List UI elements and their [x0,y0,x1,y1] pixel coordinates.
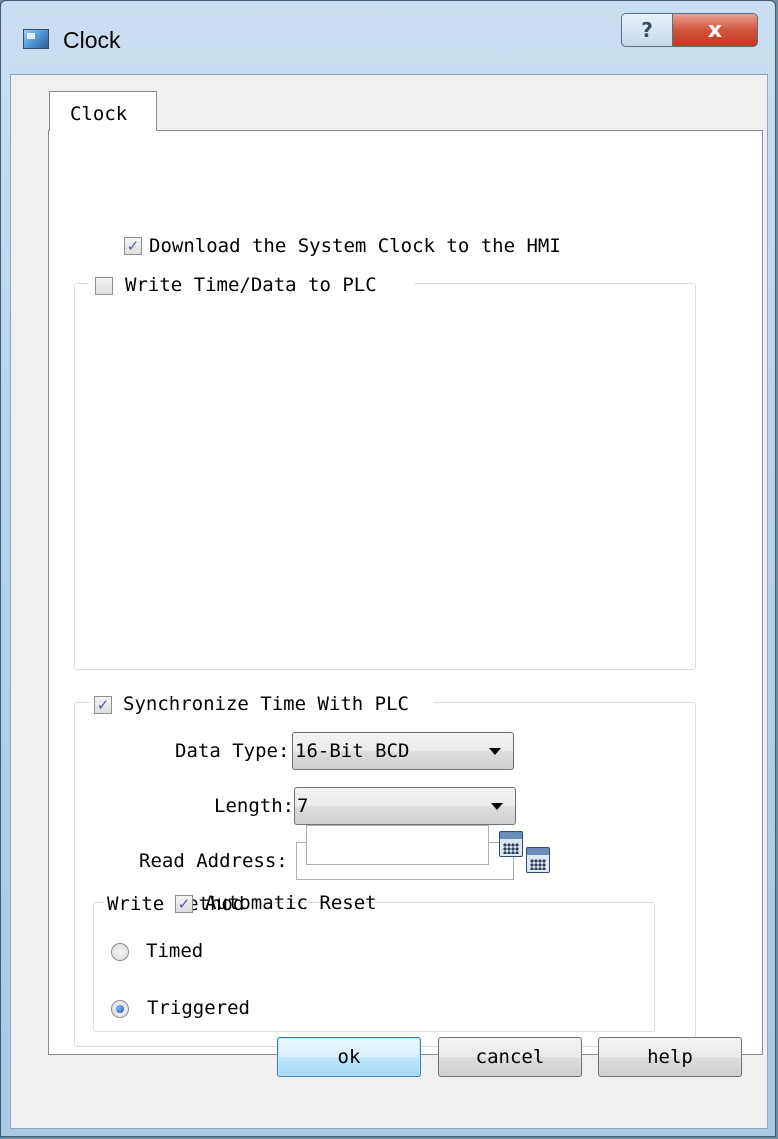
write-time-group [74,283,696,670]
cancel-button[interactable]: cancel [438,1037,582,1077]
calculator-icon[interactable] [499,831,523,857]
length-value: 7 [297,795,309,817]
auto-reset-row: ✓ Automatic Reset [93,885,655,935]
timed-radio[interactable] [111,943,129,961]
window-title: Clock [63,27,121,53]
ok-button[interactable]: ok [277,1037,421,1077]
auto-reset-checkbox[interactable]: ✓ [175,895,193,913]
data-type-select[interactable]: 16-Bit BCD [292,732,514,770]
help-icon[interactable]: ? [621,13,673,47]
help-glyph: ? [641,18,653,42]
write-time-checkbox[interactable] [95,277,113,295]
chevron-down-icon [491,803,503,810]
clock-dialog: Clock ? x Clock ✓ Download the System Cl… [0,0,776,1137]
read-address-label: Read Address: [139,850,288,872]
tab-clock[interactable]: Clock [49,91,157,131]
help-button[interactable]: help [598,1037,742,1077]
sync-checkbox[interactable]: ✓ [94,696,112,714]
auto-reset-label: Automatic Reset [205,892,377,914]
chevron-down-icon [489,748,501,755]
title-bar[interactable]: Clock ? x [1,1,775,73]
sync-label: Synchronize Time With PLC [123,693,409,715]
triggered-label: Triggered [147,997,250,1019]
close-glyph: x [707,17,723,43]
triggered-address-input[interactable] [306,825,489,865]
data-type-value: 16-Bit BCD [295,740,410,762]
download-clock-checkbox[interactable]: ✓ [124,237,142,255]
length-label: Length: [214,795,295,817]
close-icon[interactable]: x [672,13,758,47]
check-mark: ✓ [177,895,191,913]
check-mark: ✓ [126,237,140,255]
window-icon [23,29,49,49]
check-mark: ✓ [96,696,110,714]
calculator-icon[interactable] [526,847,550,873]
timed-label: Timed [146,940,204,962]
write-time-label: Write Time/Data to PLC [125,274,377,296]
dialog-client-area: Clock ✓ Download the System Clock to the… [10,74,768,1129]
triggered-radio[interactable] [111,1000,129,1018]
data-type-label: Data Type: [175,740,290,762]
download-clock-label: Download the System Clock to the HMI [149,235,561,257]
length-select[interactable]: 7 [294,787,516,825]
